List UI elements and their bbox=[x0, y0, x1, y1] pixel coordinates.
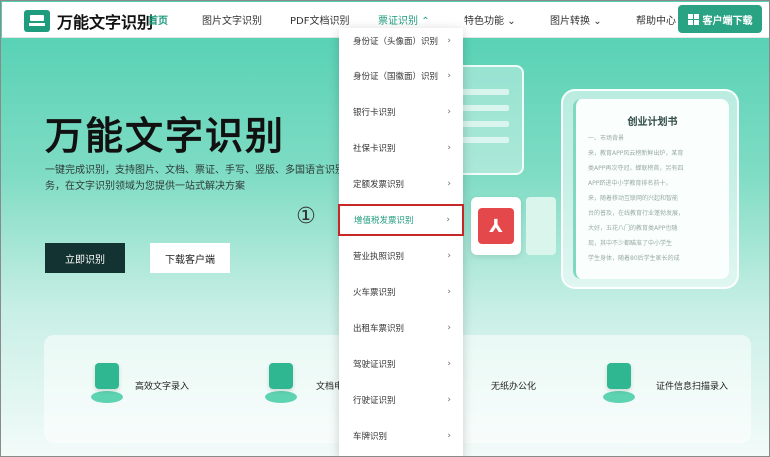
pdf-tile: ⅄ bbox=[471, 197, 521, 255]
hero-title: 万能文字识别 bbox=[45, 114, 286, 158]
nav-home[interactable]: 首页 bbox=[148, 12, 168, 27]
scanner-icon bbox=[24, 10, 50, 32]
text-input-icon bbox=[89, 363, 125, 403]
menu-label: 出租车票识别 bbox=[353, 324, 405, 334]
document-line: 来，随着移动互联网的兴起和智能 bbox=[588, 195, 679, 202]
feature-paperless: 无纸办公化 bbox=[491, 382, 537, 392]
document-page: 创业计划书 一、市场背景 来，教育APP风云榜新鲜出炉，某育 类APP再次夺冠，… bbox=[573, 99, 729, 279]
step-annotation: ① bbox=[296, 204, 316, 229]
document-illustration: 创业计划书 一、市场背景 来，教育APP风云榜新鲜出炉，某育 类APP再次夺冠，… bbox=[561, 89, 739, 289]
menu-label: 行驶证识别 bbox=[353, 396, 396, 406]
chevron-down-icon: ⌄ bbox=[593, 16, 602, 27]
menu-label: 银行卡识别 bbox=[353, 108, 396, 118]
chevron-right-icon: › bbox=[447, 251, 451, 261]
menu-item-driver-license[interactable]: 驾驶证识别 › bbox=[339, 351, 463, 377]
document-line: 大好，五花八门的教育类APP也随 bbox=[588, 225, 678, 232]
menu-label: 身份证（国徽面）识别 bbox=[353, 72, 439, 82]
menu-item-fixed-invoice[interactable]: 定额发票识别 › bbox=[339, 171, 463, 197]
nav-convert-label: 图片转换 bbox=[550, 16, 590, 27]
menu-item-bank-card[interactable]: 银行卡识别 › bbox=[339, 99, 463, 125]
menu-item-vat-invoice[interactable]: 增值税发票识别 › bbox=[338, 204, 464, 236]
chevron-right-icon: › bbox=[447, 36, 451, 46]
menu-item-id-front[interactable]: 身份证（头像面）识别 › bbox=[339, 28, 463, 54]
nav-ticket-ocr[interactable]: 票证识别 ⌃ bbox=[378, 12, 430, 27]
chevron-right-icon: › bbox=[447, 431, 451, 441]
logo[interactable]: 万能文字识别 bbox=[24, 9, 153, 33]
menu-item-train-ticket[interactable]: 火车票识别 › bbox=[339, 279, 463, 305]
download-client-secondary-button[interactable]: 下载客户端 bbox=[150, 243, 230, 273]
document-icon bbox=[263, 363, 299, 403]
menu-label: 车牌识别 bbox=[353, 432, 388, 442]
start-ocr-button[interactable]: 立即识别 bbox=[45, 243, 125, 273]
nav-features[interactable]: 特色功能 ⌄ bbox=[464, 12, 516, 27]
ticket-ocr-dropdown: 身份证（头像面）识别 › 身份证（国徽面）识别 › 银行卡识别 › 社保卡识别 › 定额… bbox=[338, 28, 464, 456]
browser-frame: 万能文字识别 首页 图片文字识别 PDF文档识别 票证识别 ⌃ 特色功能 ⌄ 图… bbox=[0, 0, 770, 457]
feature-id-scan: 证件信息扫描录入 bbox=[656, 382, 729, 392]
chevron-right-icon: › bbox=[446, 215, 450, 225]
menu-item-taxi-receipt[interactable]: 出租车票识别 › bbox=[339, 315, 463, 341]
download-label: 客户端下载 bbox=[702, 15, 753, 27]
nav-features-label: 特色功能 bbox=[464, 16, 504, 27]
logo-text: 万能文字识别 bbox=[57, 13, 154, 32]
decorative-strip bbox=[526, 197, 556, 255]
chevron-up-icon: ⌃ bbox=[421, 16, 430, 27]
menu-item-id-back[interactable]: 身份证（国徽面）识别 › bbox=[339, 63, 463, 89]
chevron-right-icon: › bbox=[447, 71, 451, 81]
document-line: 现，其中不少都瞄准了中小学生 bbox=[588, 240, 673, 247]
chevron-right-icon: › bbox=[447, 287, 451, 297]
nav-help[interactable]: 帮助中心 bbox=[636, 12, 676, 27]
chevron-right-icon: › bbox=[447, 107, 451, 117]
document-line: 来，教育APP风云榜新鲜出炉，某育 bbox=[588, 150, 684, 157]
menu-label: 社保卡识别 bbox=[353, 144, 396, 154]
menu-item-license-plate[interactable]: 车牌识别 › bbox=[339, 423, 463, 449]
pdf-icon: ⅄ bbox=[478, 208, 514, 244]
chevron-right-icon: › bbox=[447, 395, 451, 405]
menu-item-business-license[interactable]: 营业执照识别 › bbox=[339, 243, 463, 269]
menu-label: 驾驶证识别 bbox=[353, 360, 396, 370]
document-line: 类APP再次夺冠，蝉联榜首，另有四 bbox=[588, 165, 684, 172]
chevron-right-icon: › bbox=[447, 323, 451, 333]
feature-text-entry: 高效文字录入 bbox=[135, 382, 190, 392]
id-card-icon bbox=[601, 363, 637, 403]
nav-image-ocr[interactable]: 图片文字识别 bbox=[202, 12, 262, 27]
menu-label: 定额发票识别 bbox=[353, 180, 405, 190]
document-line: APP跻进中小学教育排名前十， bbox=[588, 180, 672, 187]
chevron-right-icon: › bbox=[447, 179, 451, 189]
chevron-right-icon: › bbox=[447, 143, 451, 153]
menu-item-vehicle-license[interactable]: 行驶证识别 › bbox=[339, 387, 463, 413]
hero-description: 一键完成识别，支持图片、文档、票证、手写、竖版、多国语言识别转换服务，在文字识别… bbox=[45, 165, 375, 192]
chevron-right-icon: › bbox=[447, 359, 451, 369]
menu-label: 身份证（头像面）识别 bbox=[353, 37, 439, 47]
menu-item-social-card[interactable]: 社保卡识别 › bbox=[339, 135, 463, 161]
nav-pdf-ocr[interactable]: PDF文档识别 bbox=[290, 12, 349, 27]
menu-label: 火车票识别 bbox=[353, 288, 396, 298]
nav-image-convert[interactable]: 图片转换 ⌄ bbox=[550, 12, 602, 27]
document-line: 一、市场背景 bbox=[588, 135, 625, 142]
menu-label: 增值税发票识别 bbox=[354, 216, 414, 226]
document-line: 台的普及，在线教育行业蓬勃发展， bbox=[588, 210, 685, 217]
chevron-down-icon: ⌄ bbox=[507, 16, 516, 27]
menu-label: 营业执照识别 bbox=[353, 252, 405, 262]
nav-ticket-label: 票证识别 bbox=[378, 16, 418, 27]
document-title: 创业计划书 bbox=[627, 117, 678, 128]
windows-icon bbox=[687, 13, 699, 25]
document-line: 学生身体，随着80后学生家长的成 bbox=[588, 255, 680, 262]
download-client-button[interactable]: 客户端下载 bbox=[678, 5, 762, 33]
